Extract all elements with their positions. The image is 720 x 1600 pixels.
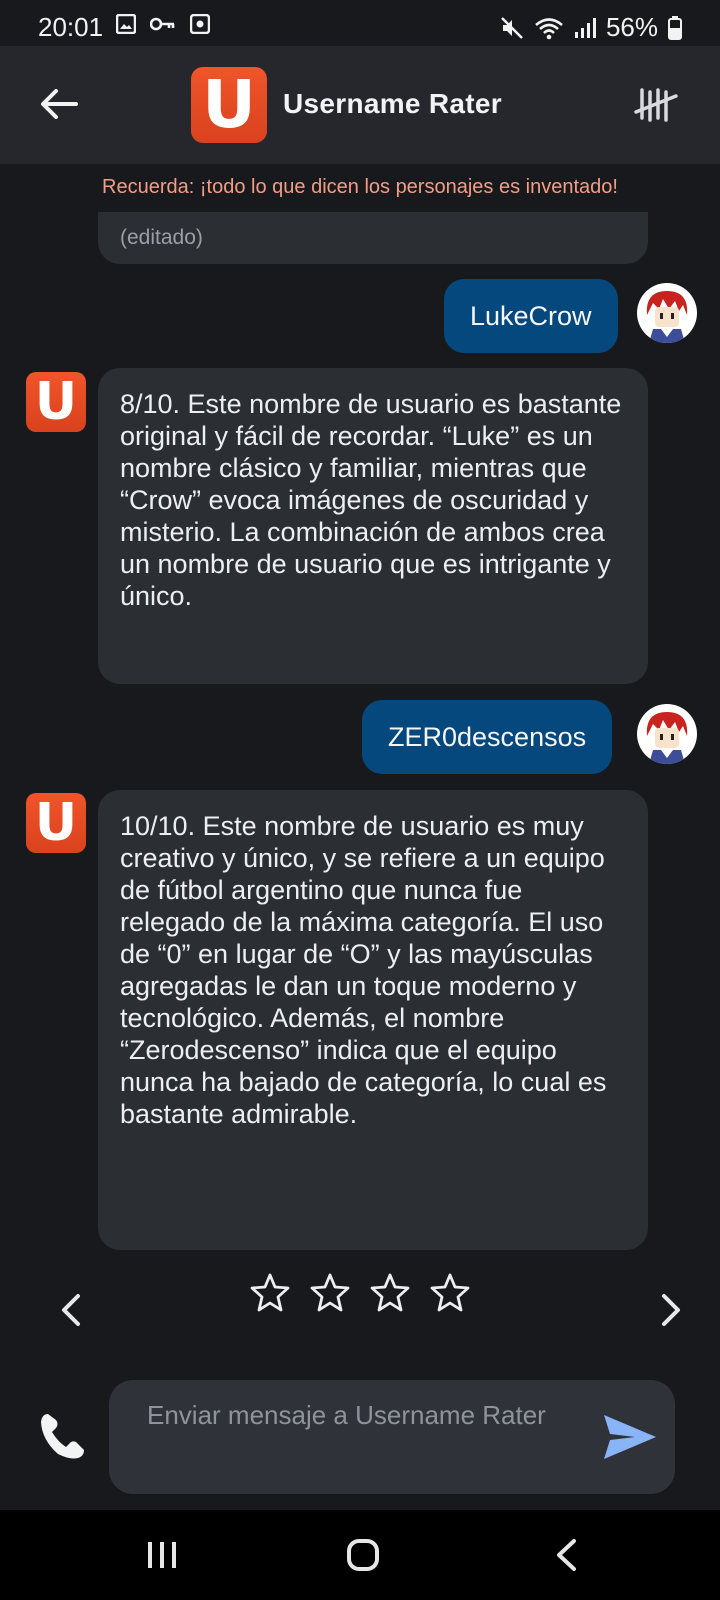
bot-message-text: 8/10. Este nombre de usuario es bastante… — [120, 389, 622, 611]
camera-app-icon — [190, 14, 210, 34]
bot-message-text: 10/10. Este nombre de usuario es muy cre… — [120, 811, 607, 1129]
phone-call-icon[interactable] — [36, 1410, 88, 1462]
bot-avatar[interactable]: U — [26, 793, 86, 853]
chevron-left-icon[interactable] — [56, 1292, 86, 1328]
bot-avatar-letter: U — [34, 372, 78, 432]
battery-percent: 56% — [605, 12, 658, 42]
mute-icon — [501, 16, 523, 39]
bot-avatar-letter: U — [34, 793, 78, 853]
star-icon[interactable] — [250, 1272, 290, 1312]
home-icon[interactable] — [346, 1538, 380, 1572]
message-input-placeholder: Enviar mensaje a Username Rater — [147, 1400, 546, 1430]
edited-label: (editado) — [120, 226, 203, 249]
back-arrow-icon[interactable] — [36, 82, 80, 126]
chat-bubble-user: LukeCrow — [444, 279, 618, 353]
recents-icon[interactable] — [146, 1540, 178, 1570]
user-message-text: ZER0descensos — [388, 722, 587, 752]
status-time: 20:01 — [38, 12, 104, 42]
avatar-face-icon — [646, 291, 688, 343]
send-icon[interactable] — [601, 1412, 659, 1462]
chat-bubble-bot: 8/10. Este nombre de usuario es bastante… — [98, 368, 648, 684]
status-bar: 20:01 56% — [0, 0, 720, 46]
user-avatar[interactable] — [637, 283, 697, 343]
wifi-icon — [535, 17, 563, 39]
app-bar: U Username Rater — [0, 46, 720, 164]
message-input[interactable]: Enviar mensaje a Username Rater — [109, 1380, 675, 1494]
avatar-face-icon — [646, 712, 688, 764]
chat-bubble-bot: 10/10. Este nombre de usuario es muy cre… — [98, 790, 648, 1250]
disclaimer-text: Recuerda: ¡todo lo que dicen los persona… — [102, 176, 618, 198]
rating-stars — [250, 1272, 470, 1312]
chevron-right-icon[interactable] — [656, 1292, 686, 1328]
battery-icon — [668, 15, 682, 40]
user-message-text: LukeCrow — [470, 301, 592, 331]
app-logo-letter: U — [202, 66, 256, 143]
app-title: Username Rater — [283, 88, 502, 119]
signal-icon — [574, 17, 596, 38]
star-icon[interactable] — [310, 1272, 350, 1312]
nav-back-icon[interactable] — [554, 1538, 578, 1572]
bot-avatar[interactable]: U — [26, 372, 86, 432]
tally-marks-icon[interactable] — [634, 82, 680, 128]
star-icon[interactable] — [370, 1272, 410, 1312]
image-icon — [116, 14, 136, 34]
user-avatar[interactable] — [637, 704, 697, 764]
app-logo: U — [191, 67, 267, 143]
chat-bubble-user: ZER0descensos — [362, 700, 613, 774]
chat-bubble-bot: (editado) — [98, 212, 648, 264]
system-nav-bar — [0, 1510, 720, 1600]
star-icon[interactable] — [430, 1272, 470, 1312]
key-icon — [150, 17, 175, 31]
